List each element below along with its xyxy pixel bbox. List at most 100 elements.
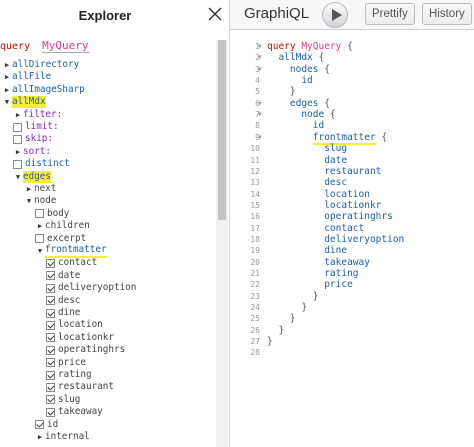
tree-row-allFile[interactable]: ▶ allFile	[2, 71, 51, 83]
explorer-scrollbar[interactable]	[216, 40, 228, 447]
code-line: desc	[267, 177, 347, 188]
checkbox-checked[interactable]	[46, 271, 55, 281]
tree-row-rating[interactable]: rating	[46, 369, 92, 381]
tree-row-sort[interactable]: ▶ sort:	[13, 146, 51, 158]
checkbox-checked[interactable]	[46, 296, 55, 306]
tree-row-skip[interactable]: skip:	[13, 133, 53, 145]
scrollbar-thumb[interactable]	[218, 40, 226, 220]
expand-arrow-icon[interactable]: ▶	[35, 220, 45, 232]
fold-icon[interactable]: ▼	[258, 100, 262, 107]
line-number: 21	[250, 269, 260, 278]
tree-row-restaurant[interactable]: restaurant	[46, 381, 114, 393]
code-line: locationkr	[267, 200, 381, 211]
line-number: 10	[250, 144, 260, 154]
code-line: allMdx {	[267, 52, 324, 63]
prettify-button[interactable]: Prettify	[365, 3, 415, 25]
checkbox[interactable]	[13, 122, 22, 132]
collapse-arrow-icon[interactable]: ▼	[35, 245, 45, 257]
code-line: frontmatter {	[267, 131, 387, 145]
explorer-tree: query MyQuery ▶ allDirectory ▶ allFile ▶ allI…	[0, 30, 216, 447]
expand-arrow-icon[interactable]: ▶	[13, 109, 23, 121]
expand-arrow-icon[interactable]: ▶	[13, 146, 23, 158]
fold-icon[interactable]: ▼	[258, 43, 262, 50]
checkbox[interactable]	[35, 234, 44, 244]
fold-icon[interactable]: ▼	[258, 111, 262, 118]
checkbox-checked[interactable]	[46, 407, 55, 417]
expand-arrow-icon[interactable]: ▶	[24, 183, 34, 195]
tree-row-deliveryoption[interactable]: deliveryoption	[46, 282, 136, 294]
tree-row-allMdx[interactable]: ▼ allMdx	[2, 96, 46, 109]
tree-row-body[interactable]: body	[35, 208, 69, 220]
tree-row-price[interactable]: price	[46, 357, 86, 369]
toolbar: GraphiQL Prettify History	[230, 0, 474, 30]
tree-row-label: location	[58, 319, 103, 331]
checkbox-checked[interactable]	[46, 370, 55, 380]
checkbox-checked[interactable]	[46, 333, 55, 343]
fold-icon[interactable]: ▼	[258, 66, 262, 73]
line-number: 18	[250, 234, 260, 244]
tree-row-slug[interactable]: slug	[46, 394, 80, 406]
checkbox-checked[interactable]	[46, 358, 55, 368]
code-token: location	[267, 188, 370, 200]
checkbox-checked[interactable]	[46, 382, 55, 392]
tree-row-allDirectory[interactable]: ▶ allDirectory	[2, 59, 79, 71]
close-icon[interactable]	[206, 5, 224, 23]
tree-row-location[interactable]: location	[46, 319, 103, 331]
line-number: 25	[250, 314, 260, 324]
tree-row-allImageSharp[interactable]: ▶ allImageSharp	[2, 84, 85, 96]
tree-row-id[interactable]: id	[35, 419, 58, 431]
fold-icon[interactable]: ▼	[258, 134, 262, 141]
query-editor[interactable]: 1 ▼ query MyQuery {2 ▼ allMdx {3 ▼ nodes {4 …	[230, 41, 474, 447]
tree-row-next[interactable]: ▶ next	[24, 183, 57, 195]
tree-row-takeaway[interactable]: takeaway	[46, 406, 103, 418]
code-line: deliveryoption	[267, 234, 404, 245]
tree-row-locationkr[interactable]: locationkr	[46, 332, 114, 344]
tree-row-dine[interactable]: dine	[46, 307, 80, 319]
tree-row-internal[interactable]: ▶ internal	[35, 431, 90, 443]
tree-row-node[interactable]: ▼ node	[24, 195, 57, 207]
checkbox[interactable]	[35, 209, 44, 219]
code-line: date	[267, 155, 347, 166]
code-line: rating	[267, 268, 358, 279]
tree-row-contact[interactable]: contact	[46, 257, 97, 269]
tree-row-limit[interactable]: limit:	[13, 121, 59, 133]
checkbox-checked[interactable]	[46, 395, 55, 405]
checkbox[interactable]	[13, 159, 22, 169]
tree-row-children[interactable]: ▶ children	[35, 220, 90, 232]
tree-row-label: restaurant	[58, 381, 114, 393]
checkbox-checked[interactable]	[35, 420, 44, 430]
history-button[interactable]: History	[422, 3, 472, 25]
play-icon[interactable]	[322, 2, 348, 28]
checkbox[interactable]	[13, 134, 22, 144]
code-line: dine	[267, 245, 347, 256]
graphiql-logo: GraphiQL	[244, 5, 310, 22]
tree-row-label: node	[34, 195, 57, 207]
expand-arrow-icon[interactable]: ▶	[2, 59, 12, 71]
tree-row-label: deliveryoption	[58, 282, 137, 294]
checkbox-checked[interactable]	[46, 345, 55, 355]
code-token: deliveryoption	[267, 233, 405, 245]
expand-arrow-icon[interactable]: ▶	[35, 431, 45, 443]
collapse-arrow-icon[interactable]: ▼	[2, 96, 12, 108]
tree-row-edges[interactable]: ▼ edges	[13, 170, 51, 183]
collapse-arrow-icon[interactable]: ▼	[24, 195, 34, 207]
fold-icon[interactable]: ▼	[258, 54, 262, 61]
tree-row-excerpt[interactable]: excerpt	[35, 233, 86, 245]
operation-name-input[interactable]: MyQuery	[42, 39, 89, 53]
checkbox-checked[interactable]	[46, 320, 55, 330]
tree-row-filter[interactable]: ▶ filter:	[13, 109, 62, 121]
tree-row-date[interactable]: date	[46, 270, 80, 282]
operation-row[interactable]: query MyQuery	[0, 39, 89, 53]
checkbox-checked[interactable]	[46, 283, 55, 293]
tree-row-distinct[interactable]: distinct	[13, 158, 70, 170]
checkbox-checked[interactable]	[46, 308, 55, 318]
tree-row-desc[interactable]: desc	[46, 295, 80, 307]
tree-row-label: allImageSharp	[12, 83, 85, 95]
expand-arrow-icon[interactable]: ▶	[2, 71, 12, 83]
expand-arrow-icon[interactable]: ▶	[2, 84, 12, 96]
tree-row-operatinghrs[interactable]: operatinghrs	[46, 344, 125, 356]
collapse-arrow-icon[interactable]: ▼	[13, 171, 23, 183]
checkbox-checked[interactable]	[46, 258, 55, 268]
tree-row-frontmatter[interactable]: ▼ frontmatter	[35, 244, 107, 258]
